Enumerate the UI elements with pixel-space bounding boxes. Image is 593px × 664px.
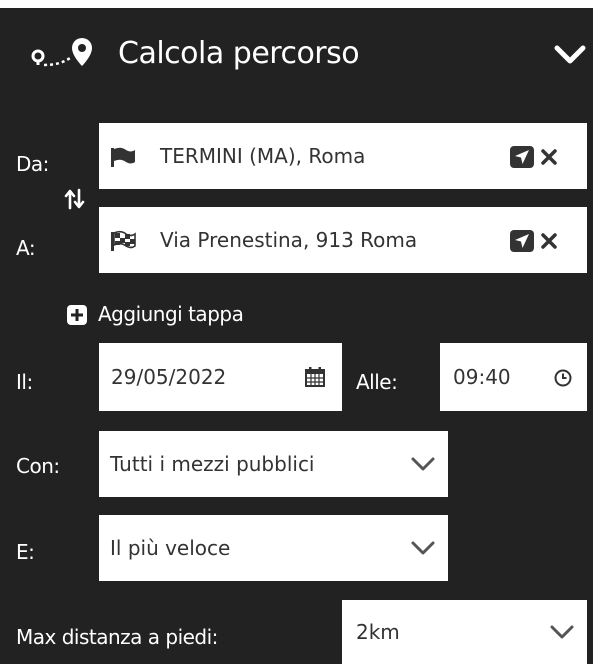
- walk-distance-label: Max distanza a piedi:: [16, 625, 218, 649]
- plus-icon: [67, 305, 87, 325]
- to-label: A:: [16, 236, 36, 260]
- checkered-flag-icon: [111, 230, 136, 251]
- mode-label: Con:: [16, 454, 60, 478]
- walk-distance-value: 2km: [356, 620, 400, 644]
- to-field[interactable]: Via Prenestina, 913 Roma: [99, 207, 587, 273]
- route-calculator-panel: Calcola percorso Da: TERMINI (MA), Roma …: [0, 8, 593, 664]
- date-label: Il:: [16, 370, 33, 394]
- flag-icon: [111, 147, 135, 167]
- add-stop-label: Aggiungi tappa: [98, 302, 244, 326]
- time-label: Alle:: [356, 370, 398, 394]
- clear-to-icon[interactable]: [540, 232, 558, 250]
- swap-icon[interactable]: [62, 186, 88, 212]
- criteria-label: E:: [16, 540, 35, 564]
- from-field[interactable]: TERMINI (MA), Roma: [99, 123, 587, 189]
- clock-icon[interactable]: [554, 369, 572, 387]
- locate-me-icon[interactable]: [509, 229, 535, 253]
- clear-from-icon[interactable]: [540, 148, 558, 166]
- chevron-down-icon[interactable]: [553, 42, 587, 66]
- chevron-down-icon: [411, 457, 435, 471]
- walk-distance-select[interactable]: 2km: [342, 600, 587, 664]
- locate-me-icon[interactable]: [509, 145, 535, 169]
- chevron-down-icon: [411, 541, 435, 555]
- criteria-value: Il più veloce: [110, 536, 231, 560]
- time-value: 09:40: [453, 365, 511, 389]
- date-field[interactable]: 29/05/2022: [99, 343, 342, 411]
- panel-title: Calcola percorso: [118, 36, 360, 71]
- from-value: TERMINI (MA), Roma: [160, 144, 366, 168]
- panel-header[interactable]: Calcola percorso: [0, 8, 593, 98]
- date-value: 29/05/2022: [111, 365, 227, 389]
- mode-select[interactable]: Tutti i mezzi pubblici: [99, 431, 448, 497]
- to-value: Via Prenestina, 913 Roma: [160, 228, 418, 252]
- criteria-select[interactable]: Il più veloce: [99, 515, 448, 581]
- chevron-down-icon: [550, 625, 574, 639]
- calendar-icon[interactable]: [304, 366, 326, 388]
- from-label: Da:: [16, 152, 49, 176]
- time-field[interactable]: 09:40: [440, 343, 587, 411]
- route-icon: [31, 38, 92, 67]
- mode-value: Tutti i mezzi pubblici: [110, 452, 315, 476]
